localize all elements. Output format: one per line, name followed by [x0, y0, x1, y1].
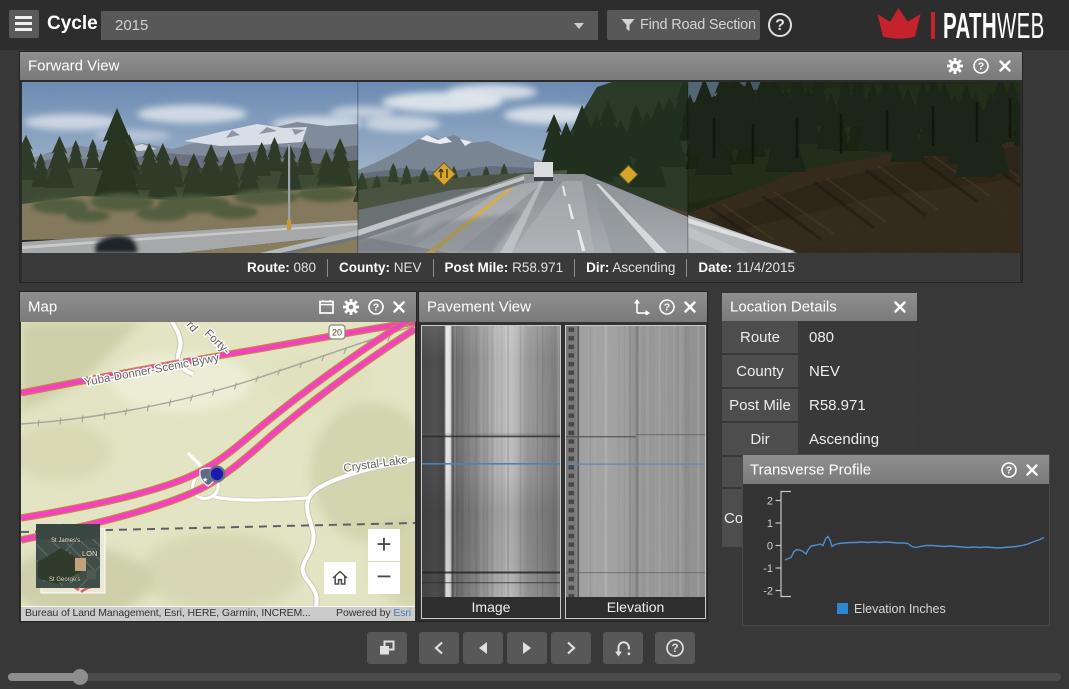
- svg-text:St James's: St James's: [51, 538, 80, 544]
- svg-text:?: ?: [671, 643, 678, 655]
- svg-text:★: ★: [202, 476, 208, 484]
- svg-text:1: 1: [767, 518, 773, 530]
- svg-text:Elevation Inches: Elevation Inches: [854, 602, 946, 616]
- svg-text:LON: LON: [82, 549, 97, 558]
- svg-text:?: ?: [664, 302, 670, 314]
- svg-text:20: 20: [332, 328, 342, 338]
- svg-text:0: 0: [767, 541, 773, 553]
- svg-text:-1: -1: [763, 563, 773, 575]
- svg-text:?: ?: [373, 302, 379, 314]
- svg-text:?: ?: [978, 61, 984, 73]
- svg-text:St George's: St George's: [49, 577, 81, 583]
- svg-text:-2: -2: [763, 586, 773, 598]
- svg-text:2: 2: [767, 496, 773, 508]
- svg-text:?: ?: [1006, 464, 1012, 476]
